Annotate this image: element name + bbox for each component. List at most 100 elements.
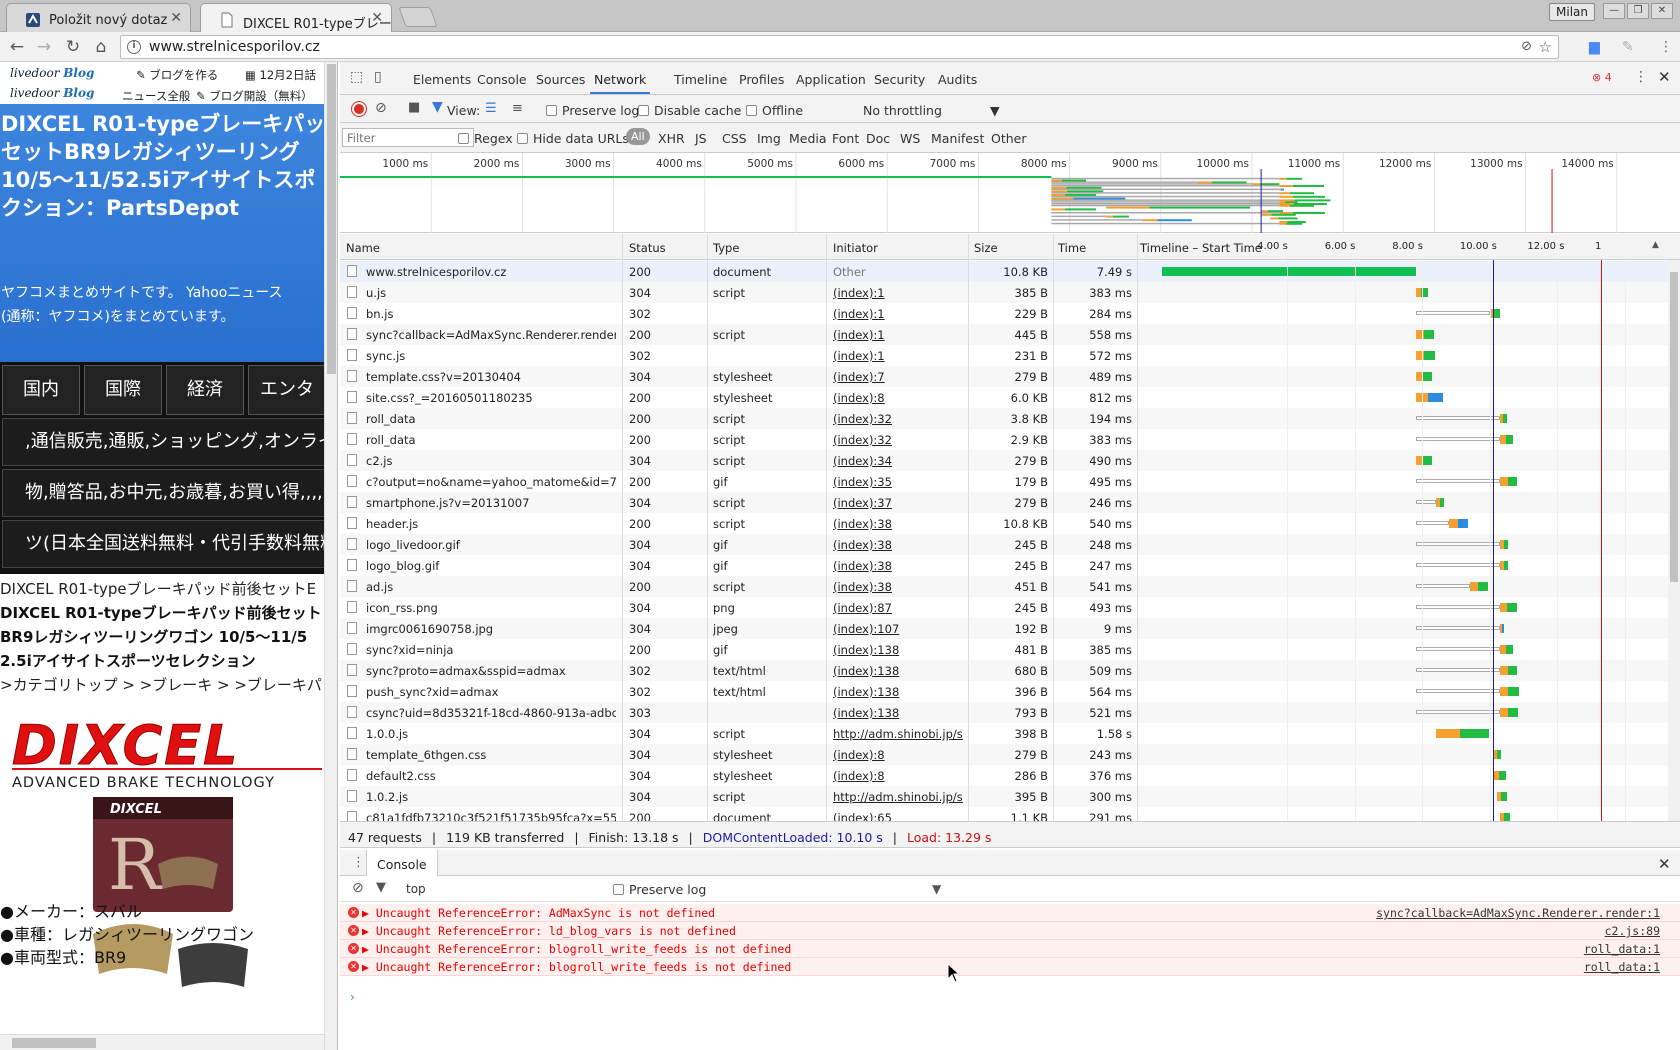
cell-initiator[interactable]: (index):32 bbox=[833, 412, 963, 426]
error-message[interactable]: ▶ Uncaught ReferenceError: AdMaxSync is … bbox=[362, 906, 715, 920]
col-initiator[interactable]: Initiator bbox=[833, 241, 878, 255]
category-international[interactable]: 国際 bbox=[84, 365, 162, 415]
overview-icon[interactable]: ≡ bbox=[512, 101, 523, 116]
type-filter-xhr[interactable]: XHR bbox=[658, 131, 685, 146]
col-status[interactable]: Status bbox=[629, 241, 666, 255]
category-row-3[interactable]: ツ(日本全国送料無料・代引手数料無料 bbox=[2, 520, 324, 568]
cell-initiator[interactable]: (index):65 bbox=[833, 811, 963, 821]
page-title[interactable]: DIXCEL R01-typeブレーキパッ セットBR9レガシィツーリング 10… bbox=[1, 110, 324, 222]
reload-icon[interactable]: ↻ bbox=[62, 37, 84, 57]
scrollbar-thumb[interactable] bbox=[1670, 272, 1678, 582]
cell-initiator[interactable]: (index):138 bbox=[833, 643, 963, 657]
close-tab-icon[interactable]: ✕ bbox=[170, 10, 182, 26]
livedoor-blog-logo[interactable]: livedoor Blog bbox=[10, 66, 94, 80]
table-row[interactable]: template.css?v=20130404 304 stylesheet (ind… bbox=[340, 366, 1680, 387]
cell-initiator[interactable]: http://adm.shinobi.jp/st/s... bbox=[833, 727, 963, 741]
column-separator[interactable] bbox=[826, 234, 827, 821]
table-row[interactable]: bn.js 302 (index):1 229 B 284 ms bbox=[340, 303, 1680, 324]
chrome-menu-icon[interactable]: ⋮ bbox=[1659, 39, 1673, 55]
table-row[interactable]: icon_rss.png 304 png (index):87 245 B 493 ms bbox=[340, 597, 1680, 618]
table-row[interactable]: roll_data 200 script (index):32 3.8 KB 194 ms bbox=[340, 408, 1680, 429]
type-filter-img[interactable]: Img bbox=[757, 131, 781, 146]
tab-console[interactable]: Console bbox=[477, 72, 527, 87]
category-domestic[interactable]: 国内 bbox=[2, 365, 80, 415]
clear-icon[interactable]: ⊘ bbox=[375, 100, 387, 116]
category-entertainment[interactable]: エンタ bbox=[248, 365, 324, 415]
cell-initiator[interactable]: (index):8 bbox=[833, 769, 963, 783]
table-row[interactable]: site.css?_=20160501180235 200 stylesheet (i… bbox=[340, 387, 1680, 408]
new-tab-button[interactable] bbox=[398, 7, 438, 27]
cell-initiator[interactable]: (index):35 bbox=[833, 475, 963, 489]
regex-checkbox[interactable]: Regex bbox=[458, 131, 513, 146]
console-error-row[interactable]: ✕ ▶ Uncaught ReferenceError: blogroll_wri… bbox=[340, 940, 1680, 958]
error-counter[interactable]: ⊗ 4 bbox=[1592, 71, 1612, 84]
table-row[interactable]: 1.0.0.js 304 script http://adm.shinobi.jp/s… bbox=[340, 723, 1680, 744]
cell-initiator[interactable]: (index):138 bbox=[833, 664, 963, 678]
column-separator[interactable] bbox=[968, 234, 969, 821]
table-row[interactable]: www.strelnicesporilov.cz 200 document Other… bbox=[340, 261, 1680, 282]
clear-console-icon[interactable]: ⊘ bbox=[352, 880, 364, 896]
forward-icon[interactable]: → bbox=[33, 37, 55, 57]
col-size[interactable]: Size bbox=[974, 241, 998, 255]
cell-initiator[interactable]: (index):38 bbox=[833, 538, 963, 552]
type-filter-other[interactable]: Other bbox=[991, 131, 1027, 146]
tab-audits[interactable]: Audits bbox=[938, 72, 977, 87]
cell-initiator[interactable]: (index):8 bbox=[833, 748, 963, 762]
cell-initiator[interactable]: (index):87 bbox=[833, 601, 963, 615]
table-row[interactable]: sync?xid=ninja 200 gif (index):138 481 B 385 … bbox=[340, 639, 1680, 660]
back-icon[interactable]: ← bbox=[6, 37, 28, 57]
cell-initiator[interactable]: (index):38 bbox=[833, 580, 963, 594]
address-bar[interactable]: i www.strelnicesporilov.cz ⊘ ☆ bbox=[120, 35, 1559, 59]
column-separator[interactable] bbox=[707, 234, 708, 821]
category-row-2[interactable]: 物,贈答品,お中元,お歳暮,お買い得,,,,, bbox=[2, 469, 324, 517]
table-row[interactable]: smartphone.js?v=20131007 304 script (index)… bbox=[340, 492, 1680, 513]
type-filter-all[interactable]: All bbox=[626, 128, 650, 145]
cell-initiator[interactable]: (index):138 bbox=[833, 706, 963, 720]
minimize-button[interactable]: — bbox=[1603, 3, 1625, 19]
record-button[interactable] bbox=[352, 102, 366, 116]
close-drawer-icon[interactable]: ✕ bbox=[1658, 855, 1671, 873]
page-vertical-scrollbar[interactable] bbox=[324, 62, 337, 1050]
maximize-button[interactable]: ❐ bbox=[1627, 3, 1649, 19]
error-source-link[interactable]: sync?callback=AdMaxSync.Renderer.render:… bbox=[1376, 906, 1660, 920]
cell-initiator[interactable]: (index):1 bbox=[833, 328, 963, 342]
table-row[interactable]: csync?uid=8d35321f-18cd-4860-913a-adbc50… bbox=[340, 702, 1680, 723]
close-window-button[interactable]: ✕ bbox=[1651, 3, 1673, 19]
news-link[interactable]: ニュース全般 bbox=[122, 88, 190, 104]
breadcrumb[interactable]: >カテゴリトップ > >ブレーキ > >ブレーキパ bbox=[0, 673, 324, 697]
blocked-content-icon[interactable]: ⊘ bbox=[1521, 39, 1532, 54]
cell-initiator[interactable]: (index):38 bbox=[833, 559, 963, 573]
cell-initiator[interactable]: (index):1 bbox=[833, 286, 963, 300]
table-row[interactable]: template_6thgen.css 304 stylesheet (index):… bbox=[340, 744, 1680, 765]
tab-network[interactable]: Network bbox=[589, 72, 651, 94]
col-name[interactable]: Name bbox=[346, 241, 380, 255]
drawer-menu-icon[interactable]: ⋮ bbox=[352, 855, 365, 870]
browser-tab-2[interactable]: DIXCEL R01-typeブレー ✕ bbox=[200, 3, 392, 33]
tab-console-drawer[interactable]: Console bbox=[366, 850, 438, 876]
cell-initiator[interactable]: (index):8 bbox=[833, 391, 963, 405]
table-row[interactable]: c2.js 304 script (index):34 279 B 490 ms bbox=[340, 450, 1680, 471]
table-scrollbar[interactable] bbox=[1668, 260, 1680, 821]
tab-profiles[interactable]: Profiles bbox=[739, 72, 784, 87]
console-error-row[interactable]: ✕ ▶ Uncaught ReferenceError: ld_blog_vars… bbox=[340, 922, 1680, 940]
cell-initiator[interactable]: (index):37 bbox=[833, 496, 963, 510]
tab-elements[interactable]: Elements bbox=[413, 72, 471, 87]
table-row[interactable]: c?output=no&name=yahoo_matome&id=7164742… bbox=[340, 471, 1680, 492]
network-overview[interactable]: 1000 ms 2000 ms 3000 ms 4000 ms 5000 ms 6000 … bbox=[340, 153, 1680, 233]
error-message[interactable]: ▶ Uncaught ReferenceError: blogroll_writ… bbox=[362, 960, 791, 974]
device-toolbar-icon[interactable]: ▯ bbox=[374, 69, 382, 85]
hide-data-urls-checkbox[interactable]: Hide data URLs bbox=[517, 131, 629, 146]
cell-initiator[interactable]: http://adm.shinobi.jp/st/b... bbox=[833, 790, 963, 804]
type-filter-manifest[interactable]: Manifest bbox=[931, 131, 984, 146]
table-row[interactable]: roll_data 200 script (index):32 2.9 KB 383 ms bbox=[340, 429, 1680, 450]
page-horizontal-scrollbar[interactable] bbox=[0, 1034, 324, 1050]
table-row[interactable]: ad.js 200 script (index):38 451 B 541 ms bbox=[340, 576, 1680, 597]
cell-initiator[interactable]: (index):38 bbox=[833, 517, 963, 531]
filter-icon[interactable]: ▼ bbox=[376, 880, 386, 895]
tab-security[interactable]: Security bbox=[874, 72, 925, 87]
type-filter-doc[interactable]: Doc bbox=[866, 131, 890, 146]
cell-initiator[interactable]: (index):1 bbox=[833, 349, 963, 363]
type-filter-media[interactable]: Media bbox=[789, 131, 827, 146]
table-row[interactable]: sync?proto=admax&sspid=admax 302 text/html… bbox=[340, 660, 1680, 681]
col-type[interactable]: Type bbox=[713, 241, 739, 255]
